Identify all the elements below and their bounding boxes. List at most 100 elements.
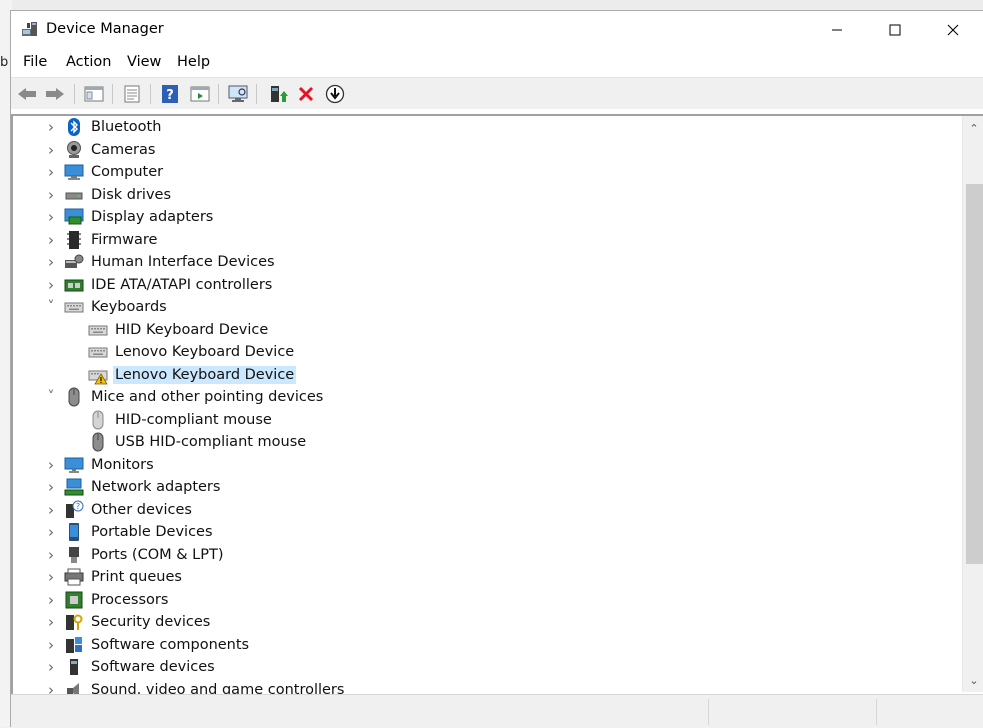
scan-hardware-button[interactable] xyxy=(227,83,249,105)
tree-category-row[interactable]: › Print queues xyxy=(13,566,953,588)
svg-text:?: ? xyxy=(76,502,80,511)
uninstall-device-button[interactable] xyxy=(295,83,317,105)
scroll-down-button[interactable]: ⌄ xyxy=(963,670,983,690)
close-button[interactable] xyxy=(924,11,982,49)
tree-node-label: Display adapters xyxy=(91,209,214,225)
mouse-light-icon xyxy=(92,410,104,429)
tree-category-row[interactable]: › Network adapters xyxy=(13,476,953,498)
printer-icon xyxy=(64,568,84,586)
sound-icon xyxy=(67,682,79,694)
tree-node-label: Monitors xyxy=(91,456,154,473)
title-bar[interactable]: Device Manager xyxy=(11,11,983,49)
chevron-right-icon[interactable]: › xyxy=(45,161,57,183)
menu-action[interactable]: Action xyxy=(66,54,111,70)
tree-category-row[interactable]: › Processors xyxy=(13,589,953,611)
chevron-right-icon[interactable]: › xyxy=(45,206,57,228)
maximize-icon xyxy=(889,24,901,36)
maximize-button[interactable] xyxy=(866,11,924,49)
keyboard-icon xyxy=(88,347,108,358)
vertical-scrollbar[interactable]: ⌃ ⌄ xyxy=(962,116,983,692)
forward-button[interactable] xyxy=(44,83,66,105)
tree-category-row[interactable]: › Software components xyxy=(13,634,953,656)
chevron-right-icon[interactable]: › xyxy=(45,139,57,161)
chevron-right-icon[interactable]: › xyxy=(45,229,57,251)
tree-node-label: Disk drives xyxy=(91,186,172,203)
chevron-right-icon[interactable]: › xyxy=(45,634,57,656)
software-component-icon xyxy=(66,636,82,653)
menu-help[interactable]: Help xyxy=(177,54,210,70)
menu-file[interactable]: File xyxy=(23,54,47,70)
show-hide-console-tree-button[interactable] xyxy=(83,83,105,105)
tree-node-label: Other devices xyxy=(91,501,192,518)
tree-category-row[interactable]: › Display adapters xyxy=(13,206,953,228)
properties-button[interactable] xyxy=(121,83,143,105)
tree-category-row[interactable]: › IDE ATA/ATAPI controllers xyxy=(13,274,953,296)
chevron-right-icon[interactable]: › xyxy=(45,476,57,498)
tree-category-row[interactable]: › Disk drives xyxy=(13,184,953,206)
chevron-right-icon[interactable]: › xyxy=(45,184,57,206)
tree-node-label: Ports (COM & LPT) xyxy=(91,546,224,563)
tree-device-row[interactable]: USB HID-compliant mouse xyxy=(13,431,953,453)
scroll-thumb[interactable] xyxy=(966,184,983,564)
disk-drive-icon xyxy=(65,192,83,199)
chevron-right-icon[interactable]: › xyxy=(45,611,57,633)
update-driver-button[interactable] xyxy=(267,83,289,105)
computer-icon xyxy=(64,164,84,180)
help-button[interactable]: ? xyxy=(159,83,181,105)
tree-category-row[interactable]: › Bluetooth xyxy=(13,116,953,138)
chevron-down-icon[interactable]: ˅ xyxy=(45,386,57,408)
tree-node-label: Keyboards xyxy=(91,299,167,315)
tree-category-row[interactable]: › Security devices xyxy=(13,611,953,633)
chevron-right-icon[interactable]: › xyxy=(45,521,57,543)
scroll-up-button[interactable]: ⌃ xyxy=(963,118,983,138)
tree-category-row[interactable]: › Firmware xyxy=(13,229,953,251)
tree-category-row[interactable]: › Sound, video and game controllers xyxy=(13,679,953,695)
chevron-right-icon[interactable]: › xyxy=(45,499,57,521)
forward-arrow-icon xyxy=(46,88,64,100)
chevron-right-icon[interactable]: › xyxy=(45,116,57,138)
action-pane-button[interactable] xyxy=(189,83,211,105)
chevron-right-icon[interactable]: › xyxy=(45,656,57,678)
chevron-right-icon[interactable]: › xyxy=(45,274,57,296)
tree-category-row[interactable]: ˅ Mice and other pointing devices xyxy=(13,386,953,408)
tree-category-row[interactable]: › Software devices xyxy=(13,656,953,678)
toolbar-separator xyxy=(218,84,219,104)
tree-device-row[interactable]: HID Keyboard Device xyxy=(13,319,953,341)
chevron-right-icon[interactable]: › xyxy=(45,544,57,566)
tree-node-label: Security devices xyxy=(91,614,211,630)
tree-category-row[interactable]: › Ports (COM & LPT) xyxy=(13,544,953,566)
back-button[interactable] xyxy=(16,83,38,105)
window-title: Device Manager xyxy=(46,21,164,37)
software-device-icon xyxy=(70,659,78,675)
tree-device-row[interactable]: Lenovo Keyboard Device xyxy=(13,341,953,363)
chevron-down-icon: ⌄ xyxy=(969,673,979,687)
tree-category-row[interactable]: › Cameras xyxy=(13,139,953,161)
tree-category-row[interactable]: › Monitors xyxy=(13,454,953,476)
tree-node-label: Mice and other pointing devices xyxy=(91,389,324,405)
toolbar: ? xyxy=(11,77,983,109)
chevron-right-icon[interactable]: › xyxy=(45,679,57,695)
tree-category-row[interactable]: › Portable Devices xyxy=(13,521,953,543)
tree-category-row[interactable]: › Computer xyxy=(13,161,953,183)
tree-category-row[interactable]: ˅ Keyboards xyxy=(13,296,953,318)
keyboard-icon xyxy=(64,302,84,313)
chevron-up-icon: ⌃ xyxy=(969,121,979,135)
chevron-right-icon[interactable]: › xyxy=(45,454,57,476)
tree-category-row[interactable]: ›? Other devices xyxy=(13,499,953,521)
tree-node-label: Firmware xyxy=(91,231,158,248)
chevron-right-icon[interactable]: › xyxy=(45,589,57,611)
device-tree[interactable]: › Bluetooth › Cameras › Computer › Disk drives ›… xyxy=(11,114,983,694)
minimize-button[interactable] xyxy=(808,11,866,49)
tree-node-label: Human Interface Devices xyxy=(91,254,275,270)
disable-device-button[interactable] xyxy=(324,83,346,105)
menu-view[interactable]: View xyxy=(127,54,161,70)
status-bar xyxy=(11,694,983,728)
tree-device-row[interactable]: Lenovo Keyboard Device xyxy=(13,364,953,386)
tree-device-row[interactable]: HID-compliant mouse xyxy=(13,409,953,431)
chevron-right-icon[interactable]: › xyxy=(45,251,57,273)
chevron-right-icon[interactable]: › xyxy=(45,566,57,588)
tree-category-row[interactable]: › Human Interface Devices xyxy=(13,251,953,273)
chevron-down-icon[interactable]: ˅ xyxy=(45,296,57,318)
camera-icon xyxy=(67,140,81,158)
status-segment xyxy=(708,699,876,725)
